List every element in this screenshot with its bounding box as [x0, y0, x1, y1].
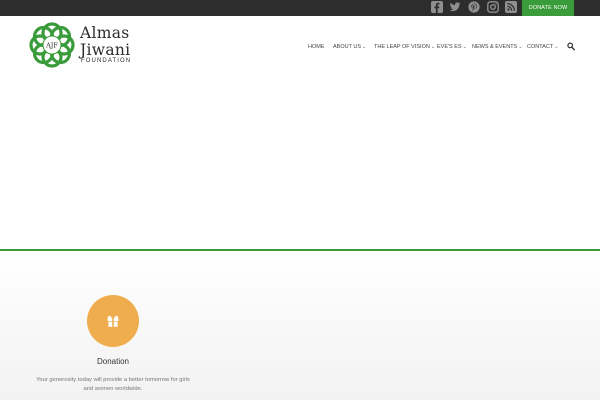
instagram-icon[interactable] — [487, 1, 499, 13]
twitter-icon[interactable] — [449, 1, 461, 13]
nav-item-label: EVE'S ES — [437, 44, 462, 50]
facebook-icon[interactable] — [431, 1, 443, 13]
nav-item-contact[interactable]: CONTACT ⌄ — [527, 42, 558, 52]
top-bar: DONATE NOW — [0, 0, 600, 16]
nav-item-home[interactable]: HOME — [308, 42, 325, 52]
nav-item-label: ABOUT US — [333, 44, 362, 50]
nav-item-label: HOME — [308, 44, 325, 50]
donation-description: Your generosity today will provide a bet… — [36, 377, 190, 392]
rss-icon[interactable] — [505, 1, 517, 13]
pinterest-icon[interactable] — [468, 1, 480, 13]
nav-item-label: THE LEAP OF VISION — [374, 44, 430, 50]
chevron-down-icon: ⌄ — [554, 44, 559, 50]
donate-now-button[interactable]: DONATE NOW — [522, 0, 574, 16]
donation-title: Donation — [96, 357, 130, 366]
logo-emblem: AJF — [29, 22, 75, 68]
nav-item-label: CONTACT — [527, 44, 554, 50]
logo-initials: AJF — [45, 42, 58, 50]
chevron-down-icon: ⌄ — [430, 44, 436, 50]
donation-icon-circle[interactable] — [87, 295, 139, 347]
chevron-down-icon: ⌄ — [518, 44, 523, 50]
nav-item-label: NEWS & EVENTS — [472, 44, 518, 50]
site-header: AJF Almas Jiwani FOUNDATION HOME ABOUT U… — [0, 16, 600, 74]
chevron-down-icon: ⌄ — [362, 44, 367, 50]
gift-icon — [107, 315, 119, 327]
logo-line-jiwani: Jiwani — [80, 41, 131, 59]
nav-item-about-us[interactable]: ABOUT US ⌄ — [333, 42, 366, 52]
nav-item-news-events[interactable]: NEWS & EVENTS ⌄ — [472, 42, 522, 52]
logo-line-almas: Almas — [80, 24, 130, 42]
chevron-down-icon: ⌄ — [462, 44, 467, 50]
nav-item-the-leap-of-vision[interactable]: THE LEAP OF VISION ⌄ — [374, 42, 435, 52]
search-icon[interactable] — [567, 42, 575, 51]
nav-item-eves-es[interactable]: EVE'S ES ⌄ — [437, 42, 467, 52]
logo-line-foundation: FOUNDATION — [81, 58, 132, 64]
